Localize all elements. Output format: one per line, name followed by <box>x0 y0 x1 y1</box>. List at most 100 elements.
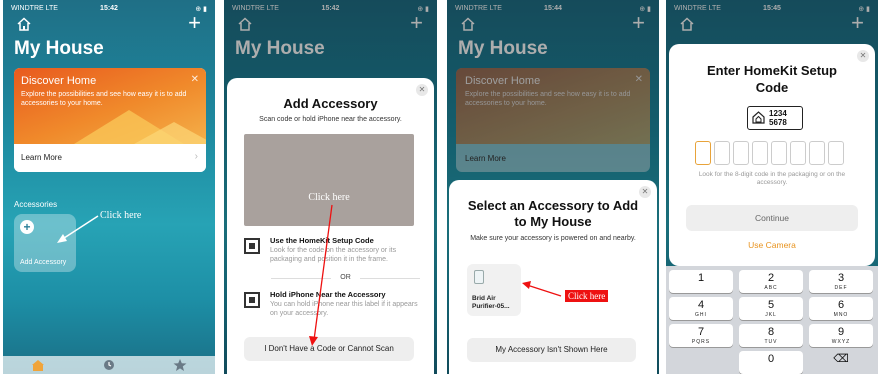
code-digit-box[interactable] <box>695 141 711 165</box>
learn-more-row[interactable]: Learn More › <box>14 144 206 172</box>
code-line-2: 5678 <box>769 118 787 127</box>
key-letters: JKL <box>765 312 777 318</box>
plus-icon[interactable]: + <box>188 12 201 34</box>
code-digit-box[interactable] <box>752 141 768 165</box>
learn-more-label: Learn More <box>21 153 62 162</box>
close-icon[interactable]: ✕ <box>416 84 428 96</box>
page-title: My House <box>14 38 104 59</box>
tab-bar <box>3 356 215 374</box>
backspace-icon[interactable]: ⌫ <box>809 351 873 374</box>
home-screen: WINDTRE LTE 15:42 ⊕ ▮ + My House Discove… <box>3 0 215 374</box>
discover-text: Explore the possibilities and see how ea… <box>21 91 187 107</box>
code-digit-box[interactable] <box>828 141 844 165</box>
close-icon[interactable]: ✕ <box>639 186 651 198</box>
code-digit-box[interactable] <box>714 141 730 165</box>
option-nfc: Hold iPhone Near the Accessory You can h… <box>244 290 420 324</box>
chevron-right-icon: › <box>194 151 198 162</box>
accessory-name: Brid Air Purifier-05... <box>472 295 510 310</box>
option-title: Use the HomeKit Setup Code <box>270 236 374 245</box>
option-description: You can hold iPhone near this label if i… <box>270 301 418 317</box>
tab-automation-icon[interactable] <box>102 359 116 371</box>
plus-icon: + <box>20 220 34 234</box>
code-hint: Look for the 8-digit code in the packagi… <box>698 171 846 186</box>
annotation-click-here: Click here <box>100 210 142 221</box>
sheet-title: Select an Accessory to Add to My House <box>467 198 639 229</box>
key-number: 6 <box>837 299 845 311</box>
add-accessory-tile[interactable]: + Add Accessory <box>14 214 76 272</box>
option-description: Look for the code on the accessory or it… <box>270 247 397 263</box>
key-number: 8 <box>767 326 775 338</box>
accessory-tile[interactable]: Brid Air Purifier-05... <box>467 264 521 316</box>
key-0[interactable]: 0 <box>739 351 803 374</box>
banner-decoration <box>134 122 206 144</box>
key-number: 5 <box>767 299 775 311</box>
key-letters: WXYZ <box>831 339 851 345</box>
option-title: Hold iPhone Near the Accessory <box>270 290 386 299</box>
key-letters: DEF <box>834 285 848 291</box>
tab-home-icon[interactable] <box>31 359 45 371</box>
add-accessory-sheet: ✕ Add Accessory Scan code or hold iPhone… <box>227 78 434 374</box>
code-digit-box[interactable] <box>733 141 749 165</box>
continue-button[interactable]: Continue <box>686 205 858 231</box>
homekit-code-badge: 1234 5678 <box>747 106 803 130</box>
key-3[interactable]: 3 DEF <box>809 270 873 293</box>
nfc-label-icon <box>244 292 260 308</box>
code-digit-box[interactable] <box>809 141 825 165</box>
sheet-title: Add Accessory <box>283 96 378 111</box>
select-accessory-sheet: ✕ Select an Accessory to Add to My House… <box>449 180 657 374</box>
key-4[interactable]: 4 GHI <box>669 297 733 320</box>
key-letters: TUV <box>764 339 778 345</box>
sheet-title: Enter HomeKit Setup Code <box>706 63 837 95</box>
code-digit-box[interactable] <box>790 141 806 165</box>
annotation-click-here: Click here <box>565 290 609 302</box>
sheet-subtitle: Scan code or hold iPhone near the access… <box>259 116 402 123</box>
homekit-icon <box>752 111 765 124</box>
add-accessory-label: Add Accessory <box>20 259 67 266</box>
accessories-heading: Accessories <box>14 200 58 209</box>
discover-home-card[interactable]: Discover Home Explore the possibilities … <box>14 68 206 172</box>
key-1[interactable]: 1 <box>669 270 733 293</box>
key-number: 2 <box>767 272 775 284</box>
or-divider: OR <box>271 274 420 281</box>
setup-code-screen: WINDTRE LTE 15:45 ⊕ ▮ + ✕ Enter HomeKit … <box>666 0 878 374</box>
key-9[interactable]: 9 WXYZ <box>809 324 873 347</box>
code-digit-box[interactable] <box>771 141 787 165</box>
qr-code-icon <box>244 238 260 254</box>
key-8[interactable]: 8 TUV <box>739 324 803 347</box>
house-icon[interactable] <box>17 17 31 31</box>
key-5[interactable]: 5 JKL <box>739 297 803 320</box>
setup-code-sheet: ✕ Enter HomeKit Setup Code 1234 5678 Loo… <box>669 44 875 266</box>
camera-viewfinder[interactable]: Click here <box>244 134 414 226</box>
use-camera-link[interactable]: Use Camera <box>669 240 875 250</box>
key-number: 1 <box>697 272 705 284</box>
backspace-glyph: ⌫ <box>833 353 849 365</box>
tab-discover-icon[interactable] <box>173 359 187 371</box>
not-shown-button[interactable]: My Accessory Isn't Shown Here <box>467 338 636 362</box>
key-number: 9 <box>837 326 845 338</box>
add-accessory-screen: WINDTRE LTE 15:42 ⊕ ▮ + My House ✕ Add A… <box>224 0 437 374</box>
no-code-button[interactable]: I Don't Have a Code or Cannot Scan <box>244 337 414 361</box>
code-input[interactable] <box>695 141 849 165</box>
numeric-keypad: 1 2 ABC 3 DEF 4 GHI 5 JKL 6 MNO 7 PQRS 8 TUV 9W… <box>666 266 878 374</box>
key-7[interactable]: 7 PQRS <box>669 324 733 347</box>
clock: 15:42 <box>100 5 118 12</box>
annotation-click-here: Click here <box>308 192 350 203</box>
key-number: 0 <box>767 353 775 365</box>
key-number: 4 <box>697 299 705 311</box>
key-letters: ABC <box>764 285 778 291</box>
key-6[interactable]: 6 MNO <box>809 297 873 320</box>
key-letters: GHI <box>695 312 707 318</box>
sheet-subtitle: Make sure your accessory is powered on a… <box>470 235 636 242</box>
key-2[interactable]: 2 ABC <box>739 270 803 293</box>
option-setup-code: Use the HomeKit Setup Code Look for the … <box>244 236 420 270</box>
select-accessory-screen: WINDTRE LTE 15:44 ⊕ ▮ + My House Discove… <box>447 0 659 374</box>
key-letters: PQRS <box>691 339 711 345</box>
key-letters: MNO <box>833 312 849 318</box>
status-bar: WINDTRE LTE 15:42 ⊕ ▮ <box>11 5 207 15</box>
key-number: 3 <box>837 272 845 284</box>
code-line-1: 1234 <box>769 109 787 118</box>
close-icon[interactable]: ✕ <box>857 50 869 62</box>
key-number: 7 <box>697 326 705 338</box>
air-purifier-icon <box>474 270 484 284</box>
close-icon[interactable]: ✕ <box>191 74 199 85</box>
